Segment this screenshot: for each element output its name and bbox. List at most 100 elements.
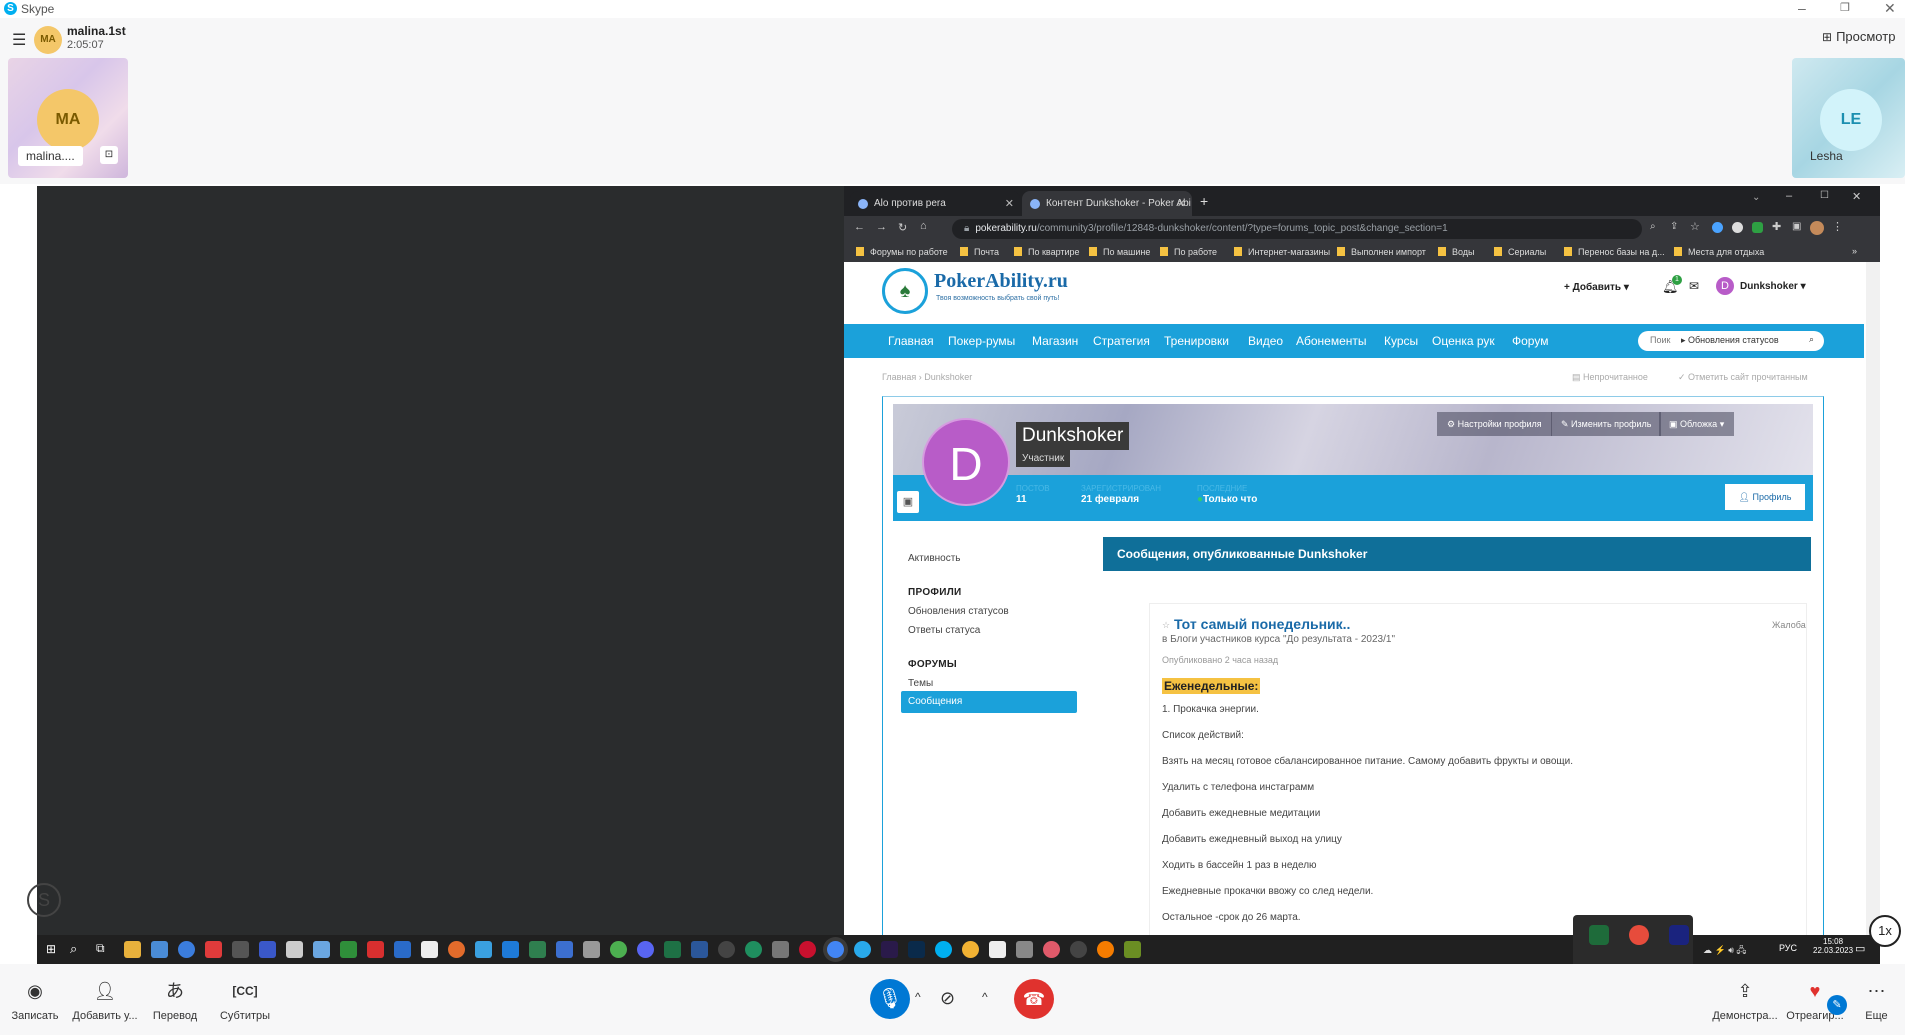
nav-item-hand-review[interactable]: Оценка рук: [1432, 334, 1495, 348]
app-icon[interactable]: [259, 941, 276, 958]
mark-read-link[interactable]: ✓ Отметить сайт прочитанным: [1678, 372, 1808, 383]
extension-icon[interactable]: [1732, 222, 1743, 233]
sidebar-item-posts[interactable]: Сообщения: [901, 691, 1077, 713]
profile-settings-button[interactable]: ⚙ Настройки профиля: [1437, 412, 1552, 436]
new-tab-icon[interactable]: +: [1200, 193, 1208, 209]
chrome-icon[interactable]: [827, 941, 844, 958]
video-off-button[interactable]: ⊘: [940, 988, 955, 1009]
app-icon[interactable]: [529, 941, 546, 958]
site-logo-text[interactable]: PokerAbility.ru: [934, 270, 1068, 293]
calendar-icon[interactable]: [502, 941, 519, 958]
bookmark-item[interactable]: Почта: [960, 247, 999, 257]
app-icon[interactable]: [178, 941, 195, 958]
nav-item-rooms[interactable]: Покер-румы: [948, 334, 1015, 348]
bookmark-item[interactable]: Сериалы: [1494, 247, 1546, 257]
forward-icon[interactable]: →: [876, 221, 887, 233]
more-button[interactable]: ⋯ Еще: [1848, 964, 1905, 1022]
address-input[interactable]: 🔒︎ pokerability.ru/community3/profile/128…: [952, 219, 1642, 239]
caller-avatar[interactable]: MA: [34, 26, 62, 54]
nav-item-shop[interactable]: Магазин: [1032, 334, 1078, 348]
browser-menu-icon[interactable]: ⋮: [1832, 220, 1843, 233]
app-icon[interactable]: [583, 941, 600, 958]
app-icon[interactable]: [448, 941, 465, 958]
extension-icon[interactable]: [1712, 222, 1723, 233]
app-icon[interactable]: [1070, 941, 1087, 958]
nav-item-courses[interactable]: Курсы: [1384, 334, 1418, 348]
extension-icon[interactable]: [1752, 222, 1763, 233]
profile-button[interactable]: 👤︎ Профиль: [1725, 484, 1805, 510]
bookmark-item[interactable]: Места для отдыха: [1674, 247, 1764, 257]
pin-icon[interactable]: ⊡: [100, 146, 118, 164]
user-menu[interactable]: Dunkshoker ▾: [1740, 281, 1806, 292]
nav-item-home[interactable]: Главная: [888, 334, 934, 348]
participant-tile-lesha[interactable]: LE Lesha: [1792, 58, 1905, 178]
app-icon[interactable]: [151, 941, 168, 958]
defender-icon[interactable]: [1589, 925, 1609, 945]
bookmark-item[interactable]: Перенос базы на д...: [1564, 247, 1665, 257]
excel-icon[interactable]: [664, 941, 681, 958]
premiere-icon[interactable]: [881, 941, 898, 958]
restore-icon[interactable]: ❐: [1840, 1, 1850, 14]
app-icon[interactable]: [1043, 941, 1060, 958]
start-windows-icon[interactable]: ⊞: [46, 942, 56, 956]
home-icon[interactable]: ⌂: [920, 220, 927, 232]
change-photo-icon[interactable]: ▣: [897, 491, 919, 513]
extensions-puzzle-icon[interactable]: ✚: [1772, 220, 1781, 233]
share-screen-button[interactable]: ⇪ Демонстра...: [1710, 964, 1780, 1022]
app-icon[interactable]: [745, 941, 762, 958]
app-icon[interactable]: [962, 941, 979, 958]
bookmark-item[interactable]: По работе: [1160, 247, 1217, 257]
app-icon[interactable]: [610, 941, 627, 958]
tab-search-icon[interactable]: ⌄: [1752, 192, 1760, 203]
bookmark-item[interactable]: Форумы по работе: [856, 247, 948, 257]
breadcrumb-home[interactable]: Главная: [882, 372, 916, 382]
search-filter[interactable]: ▸ Обновления статусов: [1681, 335, 1779, 345]
share-icon[interactable]: ⇪: [1670, 221, 1678, 232]
close-tab-icon[interactable]: ✕: [1005, 197, 1014, 210]
unread-link[interactable]: ▤ Непрочитанное: [1572, 372, 1648, 383]
sidebar-item-activity[interactable]: Активность: [908, 553, 961, 564]
messages-envelope-icon[interactable]: ✉: [1689, 279, 1699, 293]
reload-icon[interactable]: ↻: [898, 221, 907, 234]
minimize-icon[interactable]: –: [1798, 0, 1806, 16]
tray-icons[interactable]: ☁ ⚡ 🔊︎ 🖧︎: [1703, 943, 1746, 959]
app-icon[interactable]: [205, 941, 222, 958]
tab-content-dunkshoker[interactable]: Контент Dunkshoker - Poker Abi ✕: [1022, 191, 1192, 216]
app-icon[interactable]: [718, 941, 735, 958]
nav-item-video[interactable]: Видео: [1248, 334, 1283, 348]
add-dropdown[interactable]: + Добавить ▾: [1564, 282, 1629, 293]
tab-alo[interactable]: Alo против pera ✕: [850, 191, 1020, 216]
telegram-icon[interactable]: [854, 941, 871, 958]
opera-icon[interactable]: [799, 941, 816, 958]
app-icon[interactable]: [989, 941, 1006, 958]
edit-pen-icon[interactable]: ✎: [1827, 995, 1847, 1015]
discord-icon[interactable]: [637, 941, 654, 958]
app-icon[interactable]: [367, 941, 384, 958]
file-explorer-icon[interactable]: [124, 941, 141, 958]
browser-maximize-icon[interactable]: ☐: [1820, 190, 1829, 201]
nav-item-training[interactable]: Тренировки: [1164, 334, 1229, 348]
app-icon[interactable]: [1097, 941, 1114, 958]
app-icon[interactable]: [556, 941, 573, 958]
app-icon[interactable]: [421, 941, 438, 958]
app-icon[interactable]: [475, 941, 492, 958]
bookmark-item[interactable]: Выполнен импорт: [1337, 247, 1426, 257]
scrollbar[interactable]: [1866, 262, 1880, 936]
bookmark-item[interactable]: По квартире: [1014, 247, 1080, 257]
search-icon[interactable]: ⌕: [70, 941, 77, 957]
video-options-chevron-icon[interactable]: ^: [982, 990, 988, 1004]
subtitles-button[interactable]: [CC] Субтитры: [210, 964, 280, 1022]
language-indicator[interactable]: РУС: [1779, 943, 1797, 953]
nav-item-forum[interactable]: Форум: [1512, 334, 1548, 348]
browser-minimize-icon[interactable]: –: [1786, 190, 1792, 202]
sidebar-item-status-replies[interactable]: Ответы статуса: [908, 625, 980, 636]
app-icon[interactable]: [232, 941, 249, 958]
view-button[interactable]: ⊞ Просмотр: [1822, 29, 1895, 44]
bookmark-item[interactable]: Интернет-магазины: [1234, 247, 1330, 257]
app-icon[interactable]: [772, 941, 789, 958]
app-icon[interactable]: [394, 941, 411, 958]
site-logo-icon[interactable]: ♠: [882, 268, 928, 314]
task-view-icon[interactable]: ⧉: [96, 941, 105, 956]
app-tray-icon[interactable]: [1629, 925, 1649, 945]
report-link[interactable]: Жалоба: [1772, 620, 1806, 630]
